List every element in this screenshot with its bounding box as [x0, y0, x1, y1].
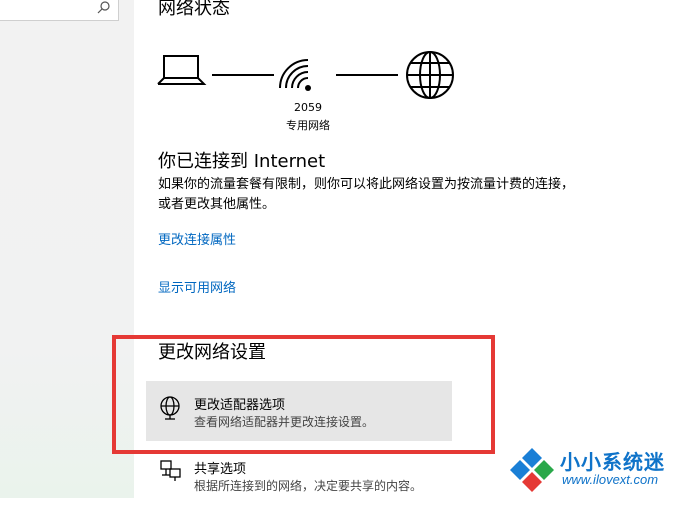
highlight-annotation-box	[112, 335, 495, 454]
network-name: 2059	[294, 101, 322, 114]
connection-status-heading: 你已连接到 Internet	[158, 151, 326, 172]
sharing-options[interactable]: 共享选项 根据所连接到的网络，决定要共享的内容。	[146, 445, 452, 505]
option-title: 共享选项	[194, 462, 247, 477]
watermark-url: www.ilovext.com	[562, 472, 659, 487]
watermark-text: 小小系统迷	[560, 450, 665, 474]
option-subtitle: 根据所连接到的网络，决定要共享的内容。	[194, 479, 423, 493]
network-diagram: 2059 专用网络	[156, 48, 466, 138]
watermark: 小小系统迷 www.ilovext.com	[500, 440, 694, 498]
network-type: 专用网络	[286, 119, 330, 132]
sharing-icon	[158, 457, 184, 487]
watermark-logo-icon	[510, 448, 554, 492]
search-input[interactable]	[0, 0, 119, 21]
search-icon[interactable]	[97, 0, 111, 20]
wifi-icon	[279, 59, 311, 91]
laptop-icon	[157, 55, 207, 85]
connection-status-description: 如果你的流量套餐有限制，则你可以将此网络设置为按流量计费的连接，或者更改其他属性…	[158, 177, 575, 212]
show-available-networks-link[interactable]: 显示可用网络	[158, 277, 236, 296]
change-connection-properties-link[interactable]: 更改连接属性	[158, 229, 236, 248]
globe-icon	[406, 51, 454, 99]
page-title: 网络状态	[158, 0, 230, 19]
